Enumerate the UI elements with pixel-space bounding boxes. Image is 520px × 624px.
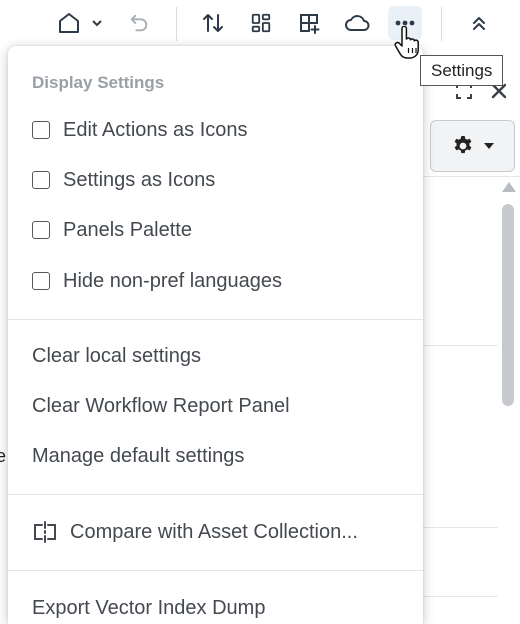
divider bbox=[420, 345, 498, 346]
checkbox[interactable] bbox=[32, 171, 50, 189]
menu-item-edit-actions-as-icons[interactable]: Edit Actions as Icons bbox=[8, 108, 423, 152]
checkbox[interactable] bbox=[32, 221, 50, 239]
toolbar-separator bbox=[176, 7, 177, 41]
menu-item-hide-non-pref-languages[interactable]: Hide non-pref languages bbox=[8, 259, 423, 303]
settings-tooltip: Settings bbox=[420, 55, 504, 86]
divider bbox=[420, 527, 498, 528]
grid-icon[interactable] bbox=[244, 6, 278, 40]
settings-gear-button[interactable] bbox=[430, 120, 515, 172]
menu-item-settings-as-icons[interactable]: Settings as Icons bbox=[8, 158, 423, 202]
menu-item-panels-palette[interactable]: Panels Palette bbox=[8, 208, 423, 252]
background-text-fragment: e bbox=[0, 446, 7, 466]
menu-item-label: Hide non-pref languages bbox=[63, 269, 283, 292]
menu-divider bbox=[8, 494, 423, 495]
menu-item-compare-with-asset-collection[interactable]: Compare with Asset Collection... bbox=[8, 510, 423, 554]
menu-item-label: Clear Workflow Report Panel bbox=[32, 394, 290, 417]
menu-item-clear-local-settings[interactable]: Clear local settings bbox=[8, 334, 423, 378]
menu-item-label: Settings as Icons bbox=[63, 168, 216, 191]
add-panel-icon[interactable] bbox=[292, 6, 326, 40]
cloud-icon[interactable] bbox=[340, 6, 374, 40]
divider bbox=[420, 596, 498, 597]
menu-item-clear-workflow-report-panel[interactable]: Clear Workflow Report Panel bbox=[8, 384, 423, 428]
menu-divider bbox=[8, 319, 423, 320]
checkbox[interactable] bbox=[32, 272, 50, 290]
menu-item-export-vector-index-dump[interactable]: Export Vector Index Dump bbox=[8, 586, 423, 624]
sort-icon[interactable] bbox=[196, 6, 230, 40]
compare-icon bbox=[32, 521, 58, 543]
hand-cursor-icon bbox=[393, 25, 423, 65]
settings-menu: Display Settings Edit Actions as Icons S… bbox=[8, 46, 423, 624]
menu-section-header: Display Settings bbox=[32, 73, 165, 92]
collapse-up-icon[interactable] bbox=[462, 6, 496, 40]
menu-item-manage-default-settings[interactable]: Manage default settings bbox=[8, 434, 423, 478]
scrollbar[interactable] bbox=[500, 182, 516, 622]
menu-item-label: Export Vector Index Dump bbox=[32, 596, 266, 619]
scroll-up-arrow[interactable] bbox=[502, 182, 516, 192]
menu-divider bbox=[8, 570, 423, 571]
caret-down-icon bbox=[483, 143, 494, 149]
home-icon[interactable] bbox=[52, 6, 86, 40]
toolbar bbox=[0, 0, 520, 46]
menu-item-label: Clear local settings bbox=[32, 344, 201, 367]
checkbox[interactable] bbox=[32, 121, 50, 139]
chevron-down-icon[interactable] bbox=[84, 6, 110, 40]
menu-item-label: Compare with Asset Collection... bbox=[70, 520, 358, 543]
menu-item-label: Manage default settings bbox=[32, 444, 245, 467]
divider bbox=[420, 176, 520, 177]
toolbar-separator bbox=[441, 7, 442, 41]
menu-item-label: Edit Actions as Icons bbox=[63, 118, 248, 141]
menu-item-label: Panels Palette bbox=[63, 218, 192, 241]
gear-icon bbox=[454, 136, 471, 154]
undo-icon[interactable] bbox=[122, 6, 156, 40]
scrollbar-thumb[interactable] bbox=[502, 204, 514, 406]
